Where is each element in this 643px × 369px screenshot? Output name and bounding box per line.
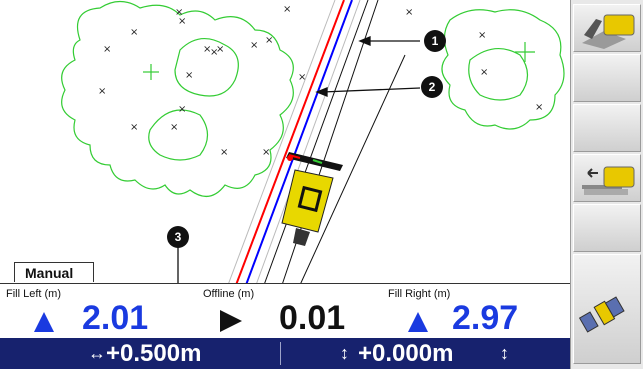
- fill-right-label: Fill Right (m): [388, 288, 451, 300]
- svg-text:×: ×: [262, 147, 270, 158]
- svg-text:×: ×: [130, 122, 138, 133]
- machine-guidance-screen: × × × × × × × × × × × × × × × × × × × × × ×: [0, 0, 643, 369]
- svg-text:×: ×: [220, 147, 228, 158]
- svg-text:×: ×: [103, 44, 111, 55]
- svg-text:×: ×: [216, 44, 224, 55]
- plan-view-map[interactable]: × × × × × × × × × × × × × × × × × × × × × ×: [0, 0, 570, 285]
- map-canvas: ××× × ×× × × × ××× ×× × × × ××× × ×: [61, 0, 565, 285]
- fill-up-arrow-icon: [34, 312, 54, 332]
- tree-x-markers: ××× × ×× × × × ××× ×× × × × ××× × ×: [98, 4, 543, 158]
- fill-up-arrow-icon: [408, 312, 428, 332]
- svg-text:×: ×: [178, 104, 186, 115]
- callout-1: 1: [424, 30, 446, 52]
- svg-text:×: ×: [283, 4, 291, 15]
- offset-blade-button[interactable]: [573, 154, 641, 202]
- svg-text:×: ×: [535, 102, 543, 113]
- svg-text:×: ×: [170, 122, 178, 133]
- callout-2: 2: [421, 76, 443, 98]
- fill-left-label: Fill Left (m): [6, 288, 61, 300]
- svg-text:×: ×: [250, 40, 258, 51]
- offline-label: Offline (m): [203, 288, 255, 300]
- vertical-offset-icon: ↕: [340, 343, 349, 363]
- svg-text:×: ×: [405, 7, 413, 18]
- horizontal-offset-value[interactable]: +0.500m: [106, 338, 201, 369]
- svg-text:×: ×: [298, 72, 306, 83]
- svg-text:×: ×: [265, 35, 273, 46]
- offset-blade-icon: [582, 166, 635, 195]
- blade-machine-button[interactable]: [573, 4, 641, 52]
- softkey-panel: [570, 0, 643, 369]
- fill-left-value: 2.01: [82, 299, 149, 337]
- svg-text:×: ×: [478, 30, 486, 41]
- fill-right-value: 2.97: [452, 299, 519, 337]
- offset-status-bar: ↔ +0.500m ↕ +0.000m ↕: [0, 338, 570, 369]
- softkey-3[interactable]: [573, 104, 641, 152]
- callout-3: 3: [167, 226, 189, 248]
- vertical-offset-icon-right: ↕: [500, 343, 509, 363]
- softkey-2[interactable]: [573, 54, 641, 102]
- svg-text:×: ×: [185, 70, 193, 81]
- horizontal-offset-icon: ↔: [88, 343, 106, 363]
- svg-text:×: ×: [178, 16, 186, 27]
- mode-tab-manual[interactable]: Manual: [14, 262, 94, 282]
- svg-text:×: ×: [480, 67, 488, 78]
- blade-machine-icon: [582, 14, 635, 49]
- softkey-5[interactable]: [573, 204, 641, 252]
- svg-text:×: ×: [98, 86, 106, 97]
- callout-leaders: [315, 36, 421, 97]
- tree-plus-markers: [143, 42, 535, 80]
- vertical-offset-value[interactable]: +0.000m: [358, 338, 453, 369]
- satellite-icon: [578, 296, 625, 333]
- satellite-button[interactable]: [573, 254, 641, 364]
- readouts-panel: Fill Left (m) 2.01 Offline (m) 0.01 Fill…: [0, 283, 570, 339]
- status-divider: [280, 342, 281, 365]
- svg-text:×: ×: [130, 27, 138, 38]
- offline-right-arrow-icon: [220, 310, 242, 332]
- offline-value: 0.01: [279, 299, 346, 337]
